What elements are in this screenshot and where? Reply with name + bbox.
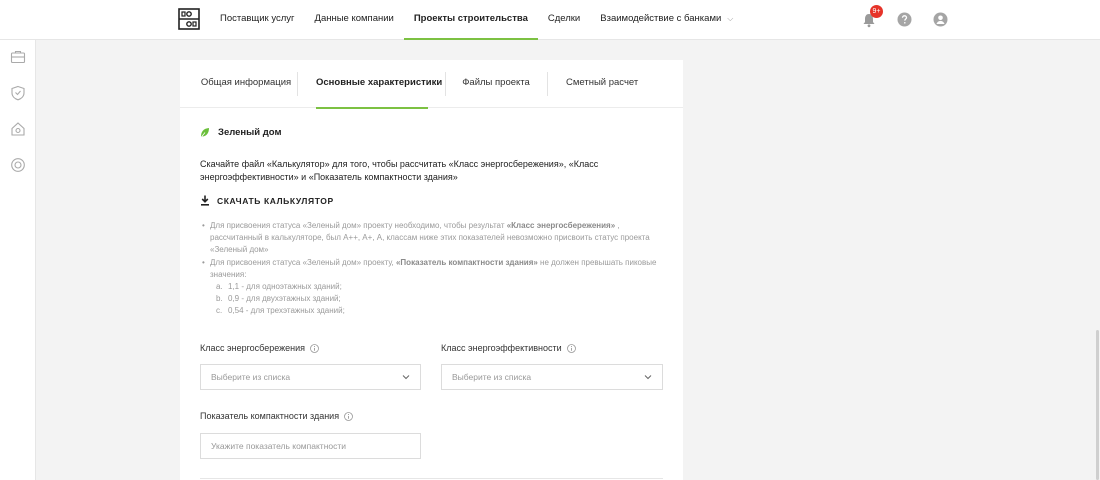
scrollbar-thumb[interactable] bbox=[1096, 330, 1099, 480]
download-calculator-button[interactable]: СКАЧАТЬ КАЛЬКУЛЯТОР bbox=[200, 195, 334, 206]
divider bbox=[200, 478, 663, 479]
energy-saving-label: Класс энергосбережения bbox=[200, 343, 319, 353]
domrf-logo[interactable] bbox=[178, 8, 200, 30]
user-icon[interactable] bbox=[933, 12, 948, 27]
tab-divider bbox=[547, 72, 548, 96]
tab-main-characteristics[interactable]: Основные характеристики bbox=[316, 60, 442, 109]
download-icon bbox=[201, 195, 209, 206]
list-item: a. 1,1 - для одноэтажных зданий; bbox=[216, 282, 342, 292]
shield-icon[interactable] bbox=[10, 85, 26, 101]
chevron-down-icon bbox=[402, 375, 410, 380]
list-item: c. 0,54 - для трехэтажных зданий; bbox=[216, 306, 345, 316]
nav-item-deals[interactable]: Сделки bbox=[538, 0, 590, 40]
house-icon[interactable] bbox=[10, 121, 26, 137]
tab-divider bbox=[297, 72, 298, 96]
info-icon[interactable] bbox=[310, 343, 319, 353]
info-icon[interactable] bbox=[344, 411, 353, 421]
project-card: Общая информация Основные характеристики… bbox=[180, 60, 683, 480]
tab-estimate[interactable]: Сметный расчет bbox=[566, 60, 638, 108]
section-title: Зеленый дом bbox=[200, 127, 282, 138]
tab-bar: Общая информация Основные характеристики… bbox=[180, 60, 683, 109]
briefcase-icon[interactable] bbox=[10, 49, 26, 65]
energy-efficiency-label: Класс энергоэффективности bbox=[441, 343, 576, 353]
help-icon[interactable] bbox=[897, 12, 912, 27]
list-item: b. 0,9 - для двухэтажных зданий; bbox=[216, 294, 341, 304]
chevron-down-icon bbox=[644, 375, 652, 380]
nav-item-bank-interaction[interactable]: Взаимодействие с банками ⌵ bbox=[590, 0, 743, 40]
coin-icon[interactable] bbox=[10, 157, 26, 173]
chevron-down-icon: ⌵ bbox=[727, 14, 734, 23]
energy-efficiency-select[interactable]: Выберите из списка bbox=[441, 364, 663, 390]
compactness-label: Показатель компактности здания bbox=[200, 411, 353, 421]
left-sidebar bbox=[0, 40, 36, 480]
tab-project-files[interactable]: Файлы проекта bbox=[462, 60, 530, 108]
requirements-notes: Для присвоения статуса «Зеленый дом» про… bbox=[202, 220, 662, 318]
info-icon[interactable] bbox=[566, 343, 576, 353]
notifications-badge: 9+ bbox=[870, 5, 883, 18]
compactness-input[interactable] bbox=[200, 433, 421, 459]
nav-item-company-data[interactable]: Данные компании bbox=[305, 0, 404, 40]
main-nav: Поставщик услуг Данные компании Проекты … bbox=[210, 0, 743, 40]
tab-general-info[interactable]: Общая информация bbox=[196, 60, 296, 108]
note-energy-saving: Для присвоения статуса «Зеленый дом» про… bbox=[202, 220, 662, 257]
tab-divider bbox=[445, 72, 446, 96]
note-compactness: Для присвоения статуса «Зеленый дом» про… bbox=[202, 257, 662, 318]
nav-item-construction-projects[interactable]: Проекты строительства bbox=[403, 0, 538, 40]
nav-item-service-provider[interactable]: Поставщик услуг bbox=[210, 0, 305, 40]
energy-saving-select[interactable]: Выберите из списка bbox=[200, 364, 421, 390]
top-navigation: Поставщик услуг Данные компании Проекты … bbox=[0, 0, 1100, 40]
leaf-icon bbox=[200, 128, 209, 138]
section-description: Скачайте файл «Калькулятор» для того, чт… bbox=[200, 159, 599, 182]
